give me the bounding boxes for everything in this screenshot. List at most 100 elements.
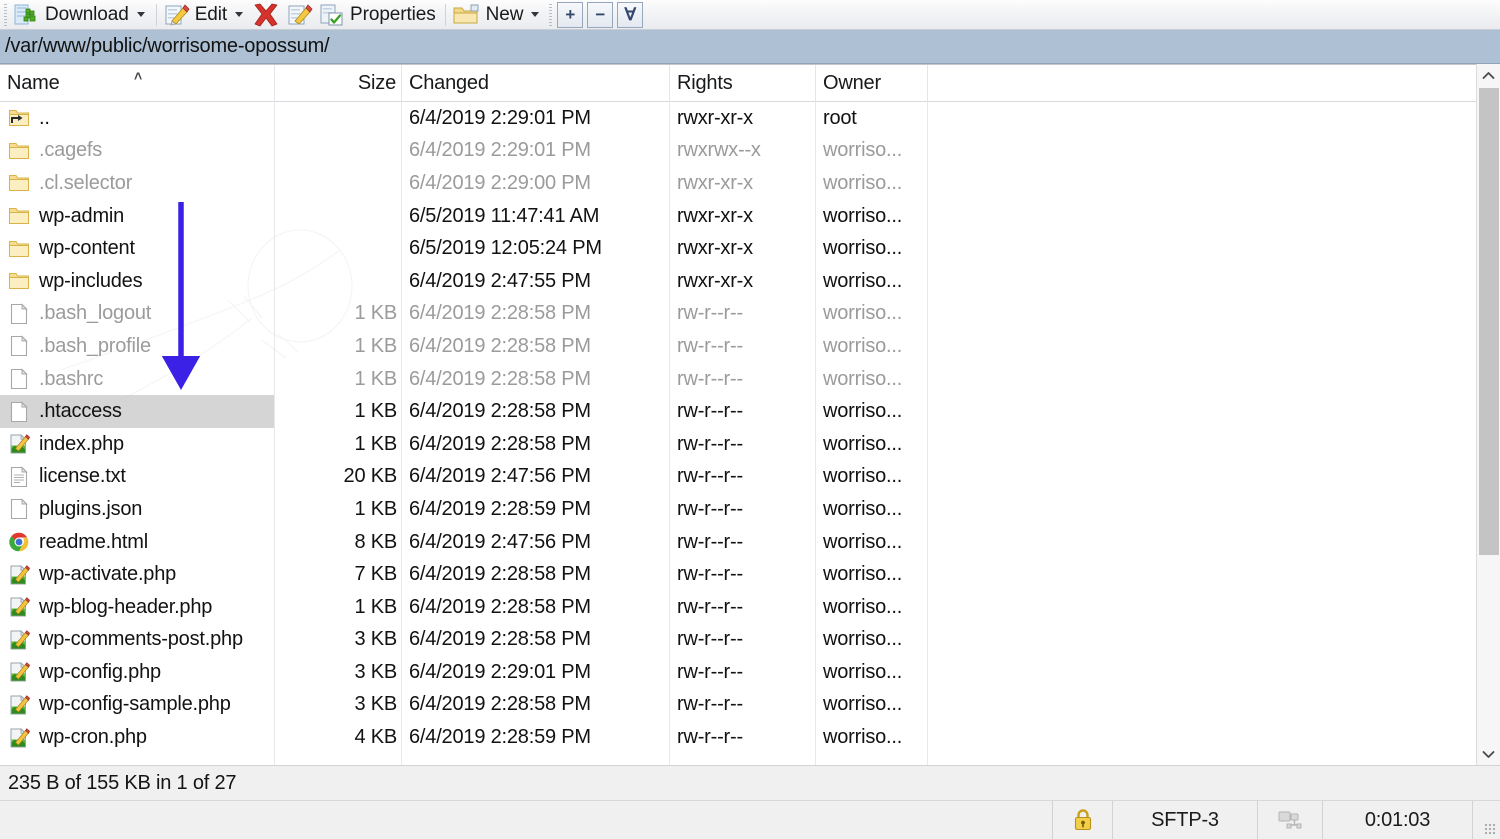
scroll-down-button[interactable] xyxy=(1477,743,1500,765)
cell-changed: 6/4/2019 2:28:58 PM xyxy=(402,591,670,624)
delete-button[interactable] xyxy=(249,1,285,29)
table-row[interactable]: plugins.json1 KB6/4/2019 2:28:59 PMrw-r-… xyxy=(0,493,1500,526)
cell-name[interactable]: wp-includes xyxy=(0,265,275,298)
table-row[interactable]: .bash_logout1 KB6/4/2019 2:28:58 PMrw-r-… xyxy=(0,298,1500,331)
cell-name[interactable]: index.php xyxy=(0,428,275,461)
cell-owner-label: worriso... xyxy=(823,563,902,586)
table-row[interactable]: .cl.selector6/4/2019 2:29:00 PMrwxr-xr-x… xyxy=(0,167,1500,200)
table-row[interactable]: license.txt20 KB6/4/2019 2:47:56 PMrw-r-… xyxy=(0,461,1500,494)
cell-name[interactable]: wp-cron.php xyxy=(0,721,275,754)
table-row[interactable]: wp-comments-post.php3 KB6/4/2019 2:28:58… xyxy=(0,624,1500,657)
edit-alt-button[interactable] xyxy=(285,1,317,29)
file-name-label: .. xyxy=(39,107,50,130)
scroll-up-button[interactable] xyxy=(1477,64,1500,86)
column-header-owner[interactable]: Owner xyxy=(816,65,928,102)
cell-size-label: 1 KB xyxy=(354,596,397,619)
cell-name[interactable]: license.txt xyxy=(0,461,275,494)
toolbar-grip-1[interactable] xyxy=(2,4,9,26)
cell-rights: rw-r--r-- xyxy=(670,428,816,461)
download-button[interactable]: Download xyxy=(12,1,151,29)
download-chevron-down-icon[interactable] xyxy=(137,12,145,17)
cell-name[interactable]: .cl.selector xyxy=(0,167,275,200)
cell-name[interactable]: .bash_logout xyxy=(0,298,275,331)
text-file-icon xyxy=(8,466,30,488)
cell-changed: 6/4/2019 2:29:01 PM xyxy=(402,656,670,689)
cell-name[interactable]: .bash_profile xyxy=(0,330,275,363)
file-list-body[interactable]: ..6/4/2019 2:29:01 PMrwxr-xr-xroot.cagef… xyxy=(0,102,1500,765)
cell-changed-label: 6/4/2019 2:28:58 PM xyxy=(409,433,591,456)
plus-icon: + xyxy=(565,6,575,23)
table-row[interactable]: wp-includes6/4/2019 2:47:55 PMrwxr-xr-xw… xyxy=(0,265,1500,298)
cell-name[interactable]: wp-admin xyxy=(0,200,275,233)
column-header-name[interactable]: Name ˄ xyxy=(0,65,275,102)
cell-name[interactable]: .cagefs xyxy=(0,135,275,168)
cell-rights: rw-r--r-- xyxy=(670,591,816,624)
column-header-rights[interactable]: Rights xyxy=(670,65,816,102)
cell-changed-label: 6/4/2019 2:47:55 PM xyxy=(409,270,591,293)
cell-name[interactable]: wp-config-sample.php xyxy=(0,689,275,722)
table-row[interactable]: ..6/4/2019 2:29:01 PMrwxr-xr-xroot xyxy=(0,102,1500,135)
select-filter-button[interactable]: ∀ xyxy=(617,2,643,28)
current-path: /var/www/public/worrisome-opossum/ xyxy=(0,35,329,58)
cell-changed-label: 6/4/2019 2:29:01 PM xyxy=(409,139,591,162)
cell-changed-label: 6/4/2019 2:29:01 PM xyxy=(409,107,591,130)
properties-button[interactable]: Properties xyxy=(317,1,440,29)
vertical-scrollbar[interactable] xyxy=(1476,64,1500,765)
select-add-button[interactable]: + xyxy=(557,2,583,28)
file-name-label: wp-config-sample.php xyxy=(39,693,231,716)
cell-size: 7 KB xyxy=(275,558,402,591)
protocol-indicator[interactable]: SFTP-3 xyxy=(1112,801,1257,839)
column-header-size[interactable]: Size xyxy=(275,65,402,102)
table-row[interactable]: .bashrc1 KB6/4/2019 2:28:58 PMrw-r--r--w… xyxy=(0,363,1500,396)
cell-size: 1 KB xyxy=(275,493,402,526)
resize-grip[interactable] xyxy=(1472,801,1500,839)
cell-name[interactable]: wp-content xyxy=(0,232,275,265)
cell-owner: worriso... xyxy=(816,200,928,233)
cell-name[interactable]: .bashrc xyxy=(0,363,275,396)
table-row[interactable]: .htaccess1 KB6/4/2019 2:28:58 PMrw-r--r-… xyxy=(0,395,1500,428)
scrollbar-thumb[interactable] xyxy=(1479,88,1499,555)
table-row[interactable]: wp-cron.php4 KB6/4/2019 2:28:59 PMrw-r--… xyxy=(0,721,1500,754)
file-name-label: wp-activate.php xyxy=(39,563,176,586)
toolbar-grip-2[interactable] xyxy=(547,4,554,26)
new-button[interactable]: New xyxy=(451,1,546,29)
cell-owner: worriso... xyxy=(816,721,928,754)
cell-name[interactable]: wp-activate.php xyxy=(0,558,275,591)
table-row[interactable]: readme.html8 KB6/4/2019 2:47:56 PMrw-r--… xyxy=(0,526,1500,559)
column-header-changed[interactable]: Changed xyxy=(402,65,670,102)
network-indicator[interactable] xyxy=(1257,801,1322,839)
table-row[interactable]: wp-config-sample.php3 KB6/4/2019 2:28:58… xyxy=(0,689,1500,722)
edit-button[interactable]: Edit xyxy=(162,1,249,29)
cell-owner-label: worriso... xyxy=(823,205,902,228)
table-row[interactable]: wp-content6/5/2019 12:05:24 PMrwxr-xr-xw… xyxy=(0,232,1500,265)
select-remove-button[interactable]: − xyxy=(587,2,613,28)
main-toolbar: Download Edit xyxy=(0,0,1500,30)
cell-owner-label: worriso... xyxy=(823,237,902,260)
secure-connection-indicator[interactable] xyxy=(1052,801,1112,839)
cell-rights-label: rwxr-xr-x xyxy=(677,172,753,195)
folder-icon xyxy=(8,270,30,292)
table-row[interactable]: .cagefs6/4/2019 2:29:01 PMrwxrwx--xworri… xyxy=(0,135,1500,168)
file-name-label: wp-comments-post.php xyxy=(39,628,243,651)
table-row[interactable]: index.php1 KB6/4/2019 2:28:58 PMrw-r--r-… xyxy=(0,428,1500,461)
cell-name[interactable]: wp-config.php xyxy=(0,656,275,689)
cell-name[interactable]: readme.html xyxy=(0,526,275,559)
table-row[interactable]: wp-activate.php7 KB6/4/2019 2:28:58 PMrw… xyxy=(0,558,1500,591)
edit-chevron-down-icon[interactable] xyxy=(235,12,243,17)
cell-changed-label: 6/5/2019 12:05:24 PM xyxy=(409,237,602,260)
cell-name[interactable]: .. xyxy=(0,102,275,135)
cell-name[interactable]: wp-comments-post.php xyxy=(0,624,275,657)
edit-icon xyxy=(164,3,190,27)
file-name-label: .cl.selector xyxy=(39,172,132,195)
cell-name[interactable]: plugins.json xyxy=(0,493,275,526)
new-chevron-down-icon[interactable] xyxy=(531,12,539,17)
cell-name[interactable]: wp-blog-header.php xyxy=(0,591,275,624)
table-row[interactable]: wp-blog-header.php 1 KB6/4/2019 2:28:58 P… xyxy=(0,591,1500,624)
table-row[interactable]: wp-config.php3 KB6/4/2019 2:29:01 PMrw-r… xyxy=(0,656,1500,689)
download-label: Download xyxy=(45,4,129,26)
cell-name[interactable]: .htaccess xyxy=(0,395,275,428)
path-bar[interactable]: /var/www/public/worrisome-opossum/ xyxy=(0,30,1500,64)
cell-rights-label: rw-r--r-- xyxy=(677,400,743,423)
table-row[interactable]: .bash_profile1 KB6/4/2019 2:28:58 PMrw-r… xyxy=(0,330,1500,363)
table-row[interactable]: wp-admin6/5/2019 11:47:41 AMrwxr-xr-xwor… xyxy=(0,200,1500,233)
